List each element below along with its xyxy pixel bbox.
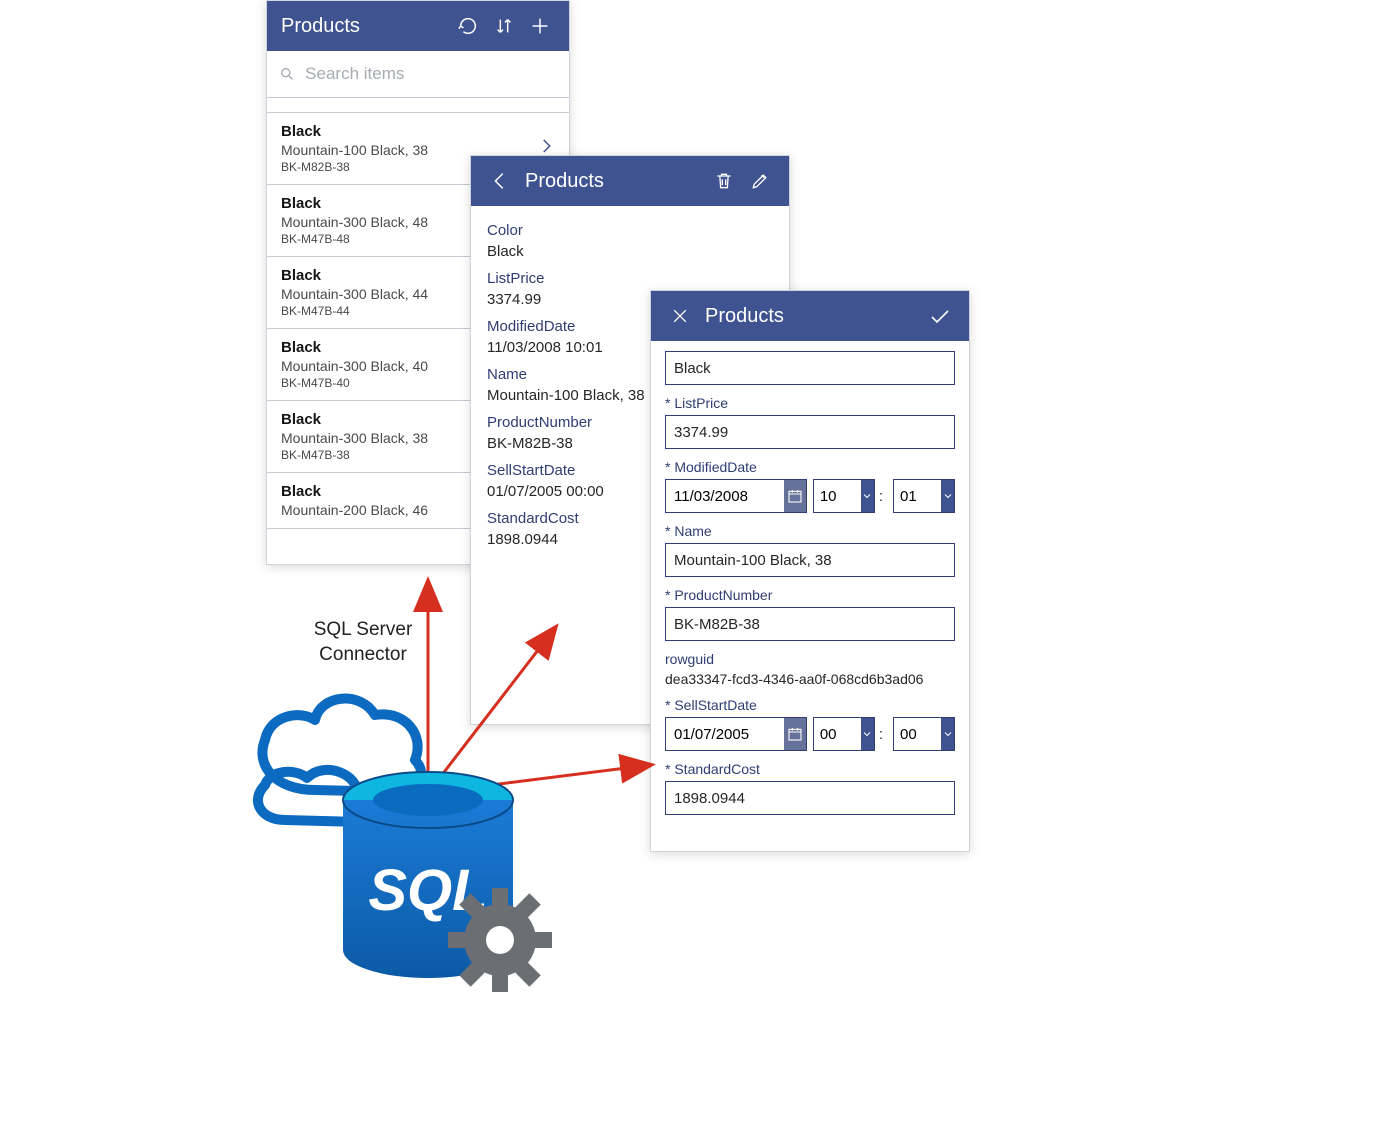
list-title: Products bbox=[281, 15, 360, 38]
calendar-icon[interactable] bbox=[784, 718, 806, 750]
edit-modifieddate-hour-input[interactable] bbox=[814, 480, 861, 512]
time-colon: : bbox=[875, 479, 887, 513]
sql-logo-text: SQL bbox=[368, 858, 487, 923]
detail-color-label: Color bbox=[487, 222, 773, 239]
products-edit-panel: Products ListPrice ModifiedDate : N bbox=[650, 290, 970, 852]
time-colon: : bbox=[875, 717, 887, 751]
back-icon[interactable] bbox=[485, 166, 515, 196]
connector-label: SQL Server Connector bbox=[303, 618, 423, 667]
edit-productnumber-label: ProductNumber bbox=[665, 587, 955, 603]
list-titlebar: Products bbox=[267, 1, 569, 51]
edit-icon[interactable] bbox=[745, 166, 775, 196]
edit-modifieddate-row: : bbox=[665, 479, 955, 513]
close-icon[interactable] bbox=[665, 301, 695, 331]
edit-sellstartdate-label: SellStartDate bbox=[665, 697, 955, 713]
edit-rowguid-value: dea33347-fcd3-4346-aa0f-068cd6b3ad06 bbox=[665, 671, 955, 687]
detail-titlebar: Products bbox=[471, 156, 789, 206]
edit-color-input[interactable] bbox=[665, 351, 955, 385]
edit-standardcost-label: StandardCost bbox=[665, 761, 955, 777]
sort-icon[interactable] bbox=[489, 11, 519, 41]
edit-modifieddate-date-input[interactable] bbox=[666, 480, 784, 512]
gear-icon bbox=[448, 888, 552, 992]
search-box[interactable] bbox=[267, 51, 569, 98]
edit-body: ListPrice ModifiedDate : Name ProductNum… bbox=[651, 341, 969, 829]
edit-sellstartdate-hour-input[interactable] bbox=[814, 718, 861, 750]
search-input[interactable] bbox=[295, 63, 557, 85]
connector-label-line1: SQL Server bbox=[314, 619, 413, 640]
cloud-icon bbox=[258, 699, 421, 822]
edit-name-label: Name bbox=[665, 523, 955, 539]
edit-modifieddate-label: ModifiedDate bbox=[665, 459, 955, 475]
chevron-down-icon[interactable] bbox=[941, 718, 954, 750]
edit-modifieddate-min[interactable] bbox=[893, 479, 955, 513]
edit-listprice-input[interactable] bbox=[665, 415, 955, 449]
detail-color-value: Black bbox=[487, 243, 773, 260]
edit-titlebar: Products bbox=[651, 291, 969, 341]
edit-standardcost-input[interactable] bbox=[665, 781, 955, 815]
edit-sellstartdate-date[interactable] bbox=[665, 717, 807, 751]
calendar-icon[interactable] bbox=[784, 480, 806, 512]
edit-rowguid-label: rowguid bbox=[665, 651, 955, 667]
edit-name-input[interactable] bbox=[665, 543, 955, 577]
list-item-color: Black bbox=[281, 123, 537, 140]
edit-sellstartdate-min[interactable] bbox=[893, 717, 955, 751]
edit-title: Products bbox=[705, 305, 784, 328]
edit-sellstartdate-row: : bbox=[665, 717, 955, 751]
database-icon: SQL bbox=[343, 772, 513, 978]
search-icon bbox=[279, 65, 295, 83]
list-header-spacer bbox=[267, 98, 569, 113]
detail-listprice-label: ListPrice bbox=[487, 270, 773, 287]
edit-modifieddate-hour[interactable] bbox=[813, 479, 875, 513]
edit-sellstartdate-hour[interactable] bbox=[813, 717, 875, 751]
chevron-down-icon[interactable] bbox=[861, 480, 874, 512]
add-icon[interactable] bbox=[525, 11, 555, 41]
confirm-icon[interactable] bbox=[925, 301, 955, 331]
edit-listprice-label: ListPrice bbox=[665, 395, 955, 411]
detail-title: Products bbox=[525, 170, 604, 193]
chevron-down-icon[interactable] bbox=[861, 718, 874, 750]
delete-icon[interactable] bbox=[709, 166, 739, 196]
chevron-down-icon[interactable] bbox=[941, 480, 954, 512]
refresh-icon[interactable] bbox=[453, 11, 483, 41]
edit-sellstartdate-min-input[interactable] bbox=[894, 718, 941, 750]
edit-sellstartdate-date-input[interactable] bbox=[666, 718, 784, 750]
edit-modifieddate-min-input[interactable] bbox=[894, 480, 941, 512]
edit-productnumber-input[interactable] bbox=[665, 607, 955, 641]
edit-modifieddate-date[interactable] bbox=[665, 479, 807, 513]
connector-label-line2: Connector bbox=[319, 644, 407, 665]
